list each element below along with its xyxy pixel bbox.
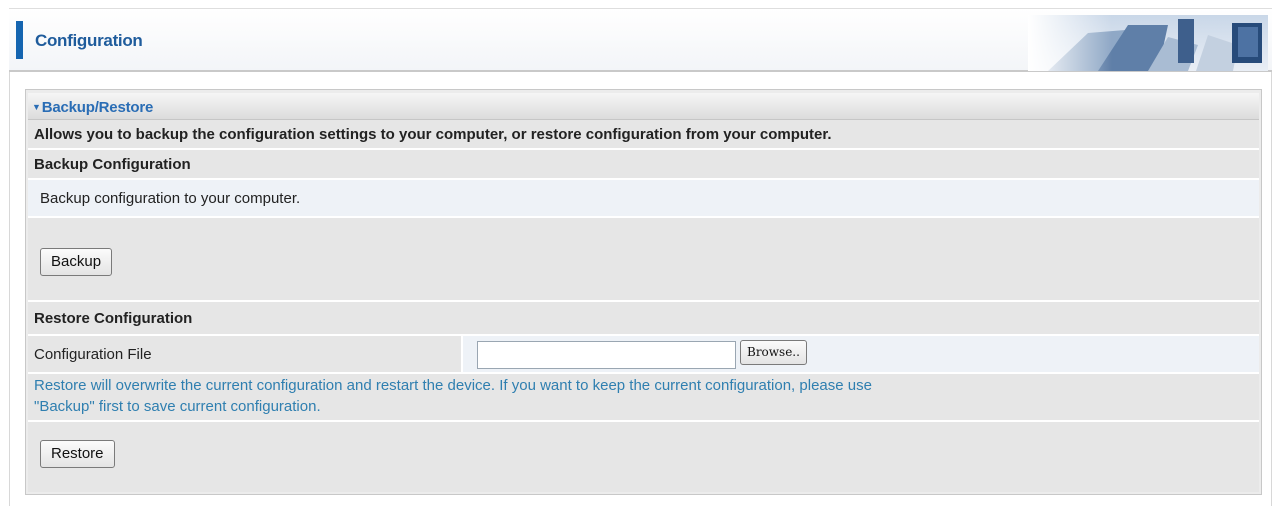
office-banner-icon	[1028, 15, 1268, 71]
backup-button-row: Backup	[28, 218, 1259, 302]
browse-button[interactable]: Browse..	[740, 340, 807, 365]
restore-note-line-1: Restore will overwrite the current confi…	[34, 377, 872, 394]
configuration-file-input[interactable]	[477, 341, 736, 369]
header-banner-image	[1028, 15, 1268, 71]
restore-heading: Restore Configuration	[34, 310, 193, 327]
triangle-down-icon[interactable]: ▼	[32, 102, 41, 112]
backup-button[interactable]: Backup	[40, 248, 113, 276]
restore-note: Restore will overwrite the current confi…	[34, 375, 1214, 417]
header-accent-bar	[16, 21, 23, 59]
restore-note-row: Restore will overwrite the current confi…	[28, 374, 1259, 422]
panel-title-group: ▼Backup/Restore	[32, 99, 153, 116]
restore-button[interactable]: Restore	[40, 440, 115, 468]
panel-header[interactable]: ▼Backup/Restore	[28, 93, 1259, 120]
page-header: Configuration	[9, 8, 1272, 72]
restore-button-row: Restore	[28, 422, 1259, 492]
intro-text: Allows you to backup the configuration s…	[34, 126, 832, 143]
restore-note-line-2: "Backup" first to save current configura…	[34, 398, 321, 415]
configuration-file-label: Configuration File	[34, 346, 152, 363]
restore-heading-row: Restore Configuration	[28, 302, 1259, 336]
backup-heading-row: Backup Configuration	[28, 150, 1259, 180]
page-title: Configuration	[35, 31, 143, 50]
panel-title: Backup/Restore	[41, 99, 154, 116]
backup-heading: Backup Configuration	[34, 156, 191, 173]
configuration-file-cell: Browse..	[461, 336, 1259, 372]
backup-description: Backup configuration to your computer.	[40, 190, 301, 207]
backup-description-row: Backup configuration to your computer.	[28, 180, 1259, 218]
backup-restore-panel: ▼Backup/Restore Allows you to backup the…	[25, 89, 1262, 495]
intro-row: Allows you to backup the configuration s…	[28, 120, 1259, 150]
configuration-file-row: Configuration File Browse..	[28, 336, 1259, 374]
